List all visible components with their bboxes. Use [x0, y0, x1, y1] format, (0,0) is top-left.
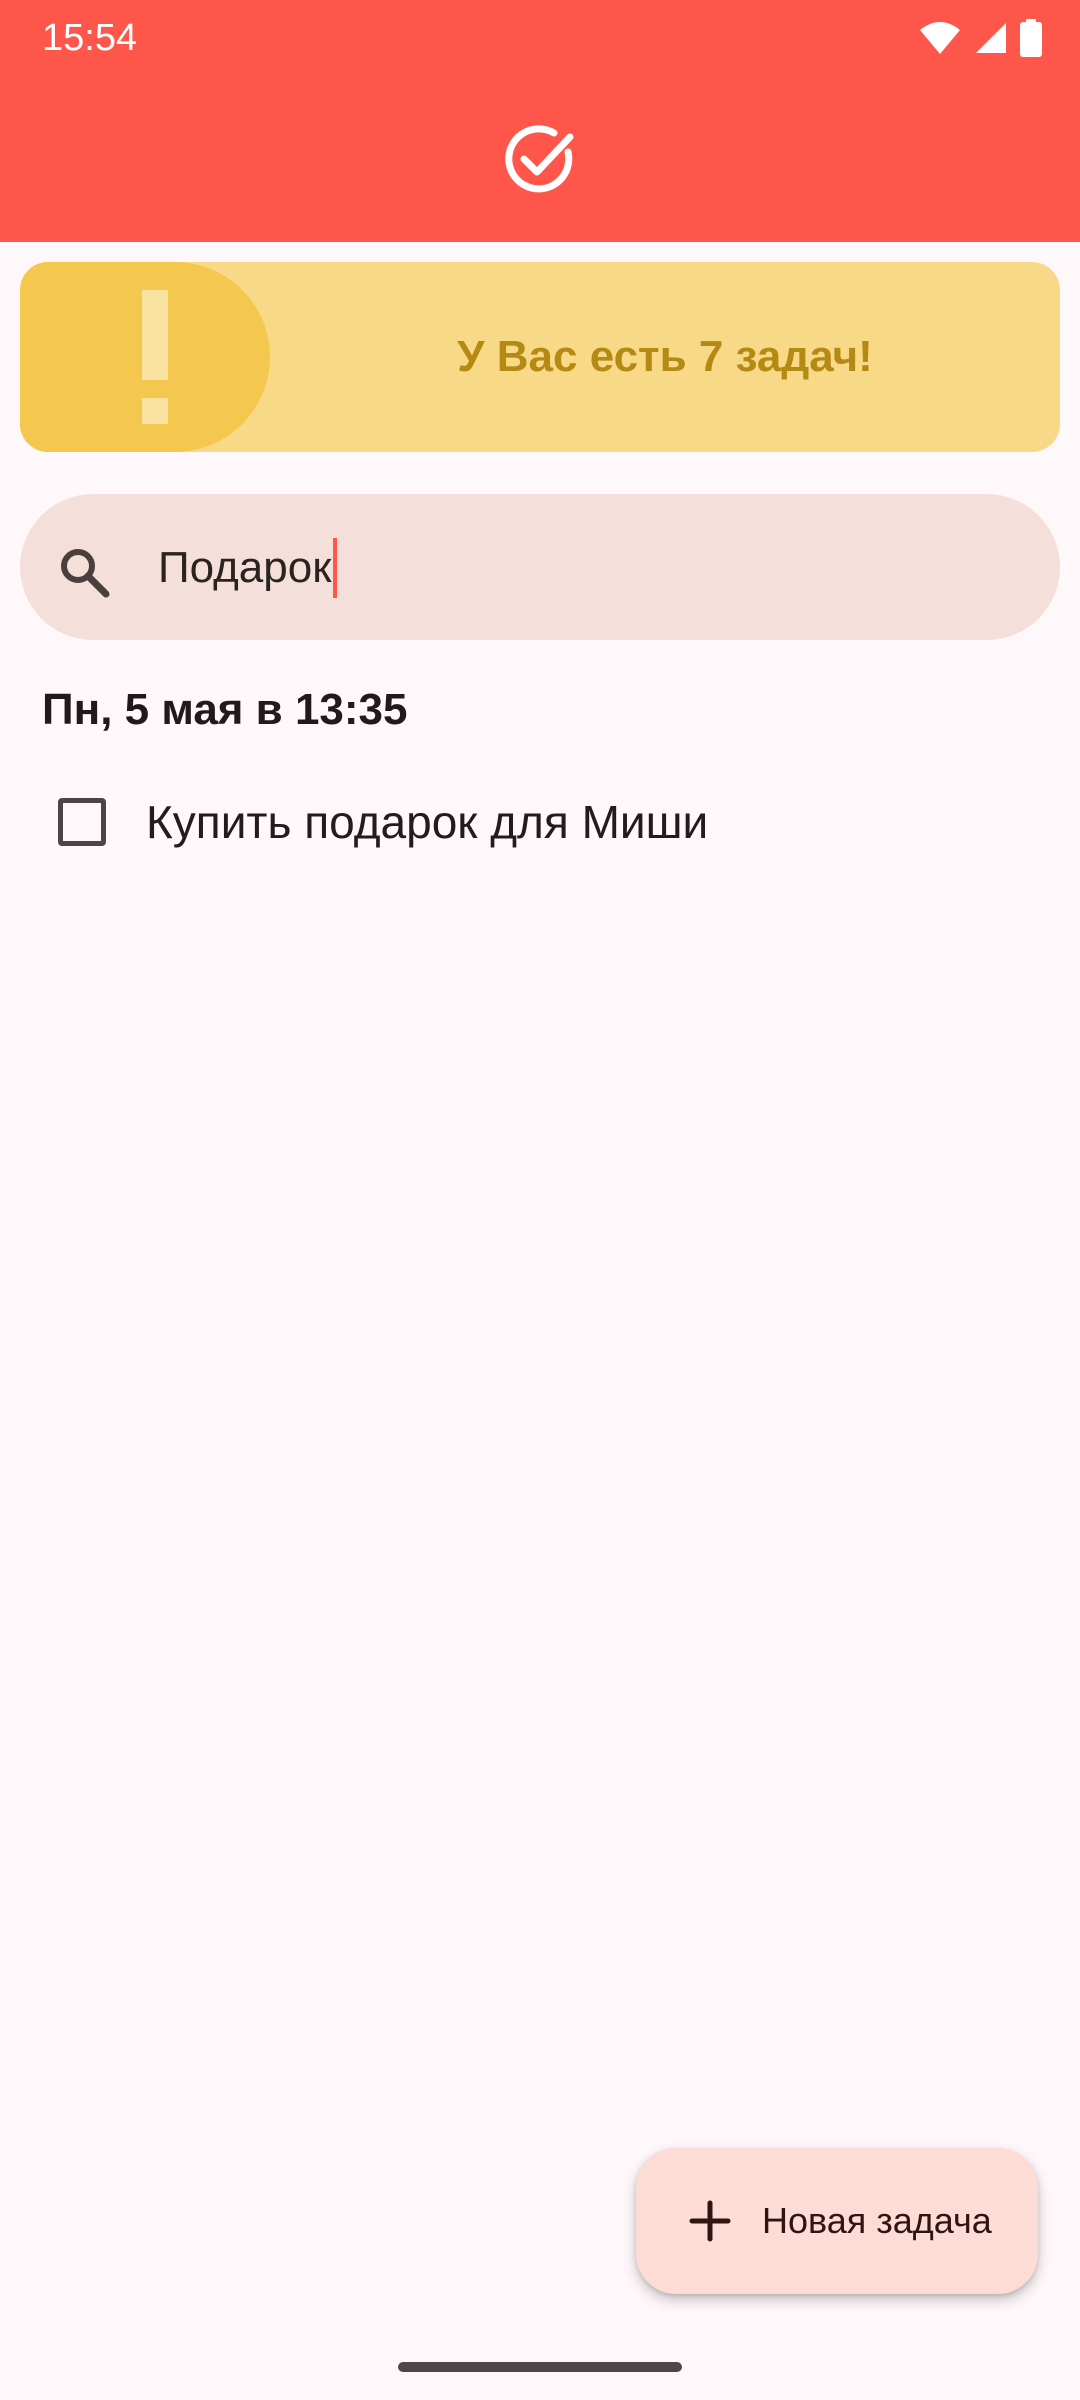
cellular-signal-icon: [974, 21, 1008, 55]
search-input-value: Подарок: [158, 543, 332, 592]
new-task-button-label: Новая задача: [762, 2200, 992, 2241]
check-circle-icon: [502, 122, 578, 198]
task-count-text: У Вас есть 7 задач!: [457, 332, 873, 381]
text-caret: [333, 538, 338, 598]
app-header: 15:54: [0, 0, 1080, 242]
status-time: 15:54: [42, 17, 138, 59]
search-icon[interactable]: [56, 544, 112, 600]
task-row[interactable]: Купить подарок для Миши: [0, 760, 1080, 886]
battery-icon: [1020, 19, 1042, 57]
task-checkbox[interactable]: [58, 798, 106, 846]
home-indicator[interactable]: [398, 2362, 682, 2372]
task-group-date: Пн, 5 мая в 13:35: [42, 685, 408, 734]
task-label: Купить подарок для Миши: [146, 796, 709, 848]
search-input[interactable]: Подарок: [158, 532, 338, 604]
wifi-icon: [918, 20, 962, 56]
exclamation-icon: [122, 290, 188, 426]
status-icons: [918, 18, 1042, 58]
task-count-banner: У Вас есть 7 задач!: [20, 262, 1060, 452]
new-task-button[interactable]: Новая задача: [636, 2148, 1038, 2294]
plus-icon: [686, 2197, 734, 2245]
